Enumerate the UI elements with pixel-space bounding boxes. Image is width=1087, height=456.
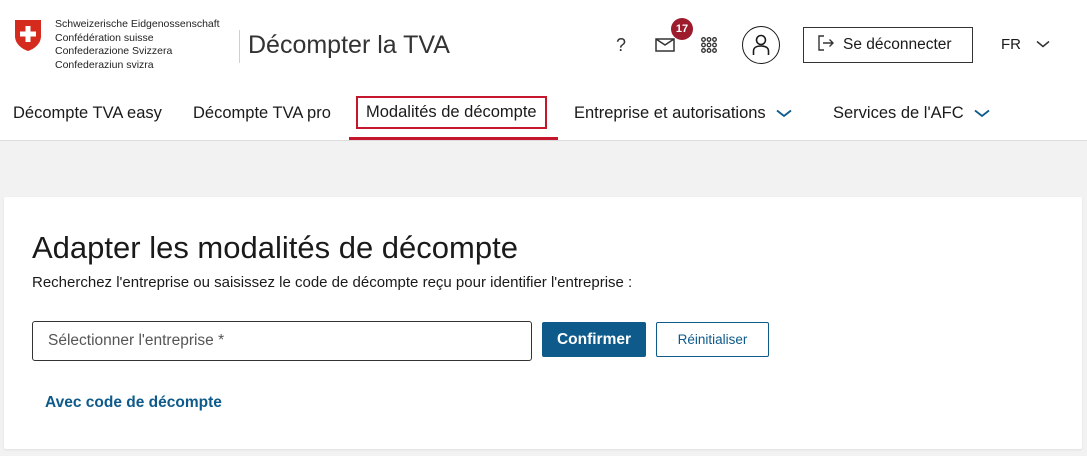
federation-line-de: Schweizerische Eidgenossenschaft	[55, 18, 220, 30]
nav-item-company-authorizations[interactable]: Entreprise et autorisations	[574, 104, 792, 123]
swiss-coat-of-arms-logo[interactable]	[14, 19, 42, 52]
nav-item-afc-services[interactable]: Services de l'AFC	[833, 104, 990, 123]
chevron-down-icon	[974, 104, 990, 123]
chevron-down-icon	[776, 104, 792, 123]
chevron-down-icon[interactable]	[1036, 36, 1050, 54]
top-bar: Schweizerische Eidgenossenschaft Confédé…	[0, 0, 1087, 90]
language-selector[interactable]: FR	[1001, 36, 1021, 53]
logout-icon	[817, 34, 835, 56]
nav-item-vat-pro[interactable]: Décompte TVA pro	[193, 104, 331, 123]
nav-item-label: Décompte TVA pro	[193, 104, 331, 122]
active-nav-indicator	[349, 137, 558, 140]
help-icon[interactable]: ?	[606, 30, 636, 60]
logout-label: Se déconnecter	[843, 36, 952, 53]
company-select-input[interactable]	[32, 321, 532, 361]
user-avatar-icon[interactable]	[742, 26, 780, 64]
nav-item-vat-easy[interactable]: Décompte TVA easy	[13, 104, 162, 123]
settlement-code-link[interactable]: Avec code de décompte	[45, 394, 222, 412]
apps-grid-icon[interactable]	[694, 30, 724, 60]
app-title: Décompter la TVA	[248, 31, 450, 59]
confirm-button[interactable]: Confirmer	[542, 322, 646, 357]
nav-item-label: Entreprise et autorisations	[574, 104, 766, 122]
nav-item-label: Services de l'AFC	[833, 104, 964, 122]
nav-item-label: Modalités de décompte	[366, 103, 537, 121]
page-description: Recherchez l'entreprise ou saisissez le …	[32, 274, 633, 291]
reset-button[interactable]: Réinitialiser	[656, 322, 769, 357]
nav-item-settlement-modalities[interactable]: Modalités de décompte	[356, 96, 547, 129]
nav-item-label: Décompte TVA easy	[13, 104, 162, 122]
header-divider	[239, 30, 240, 63]
settlement-modalities-card: Adapter les modalités de décompte Recher…	[4, 197, 1082, 449]
main-navigation: Décompte TVA easy Décompte TVA pro Modal…	[0, 90, 1087, 141]
logout-button[interactable]: Se déconnecter	[803, 27, 973, 63]
federation-line-rm: Confederaziun svizra	[55, 58, 154, 71]
federation-name: Schweizerische Eidgenossenschaft Confédé…	[55, 18, 220, 72]
federation-line-fr: Confédération suisse	[55, 31, 154, 44]
page-title: Adapter les modalités de décompte	[32, 230, 518, 265]
federation-line-it: Confederazione Svizzera	[55, 45, 173, 57]
notification-badge: 17	[671, 18, 693, 40]
